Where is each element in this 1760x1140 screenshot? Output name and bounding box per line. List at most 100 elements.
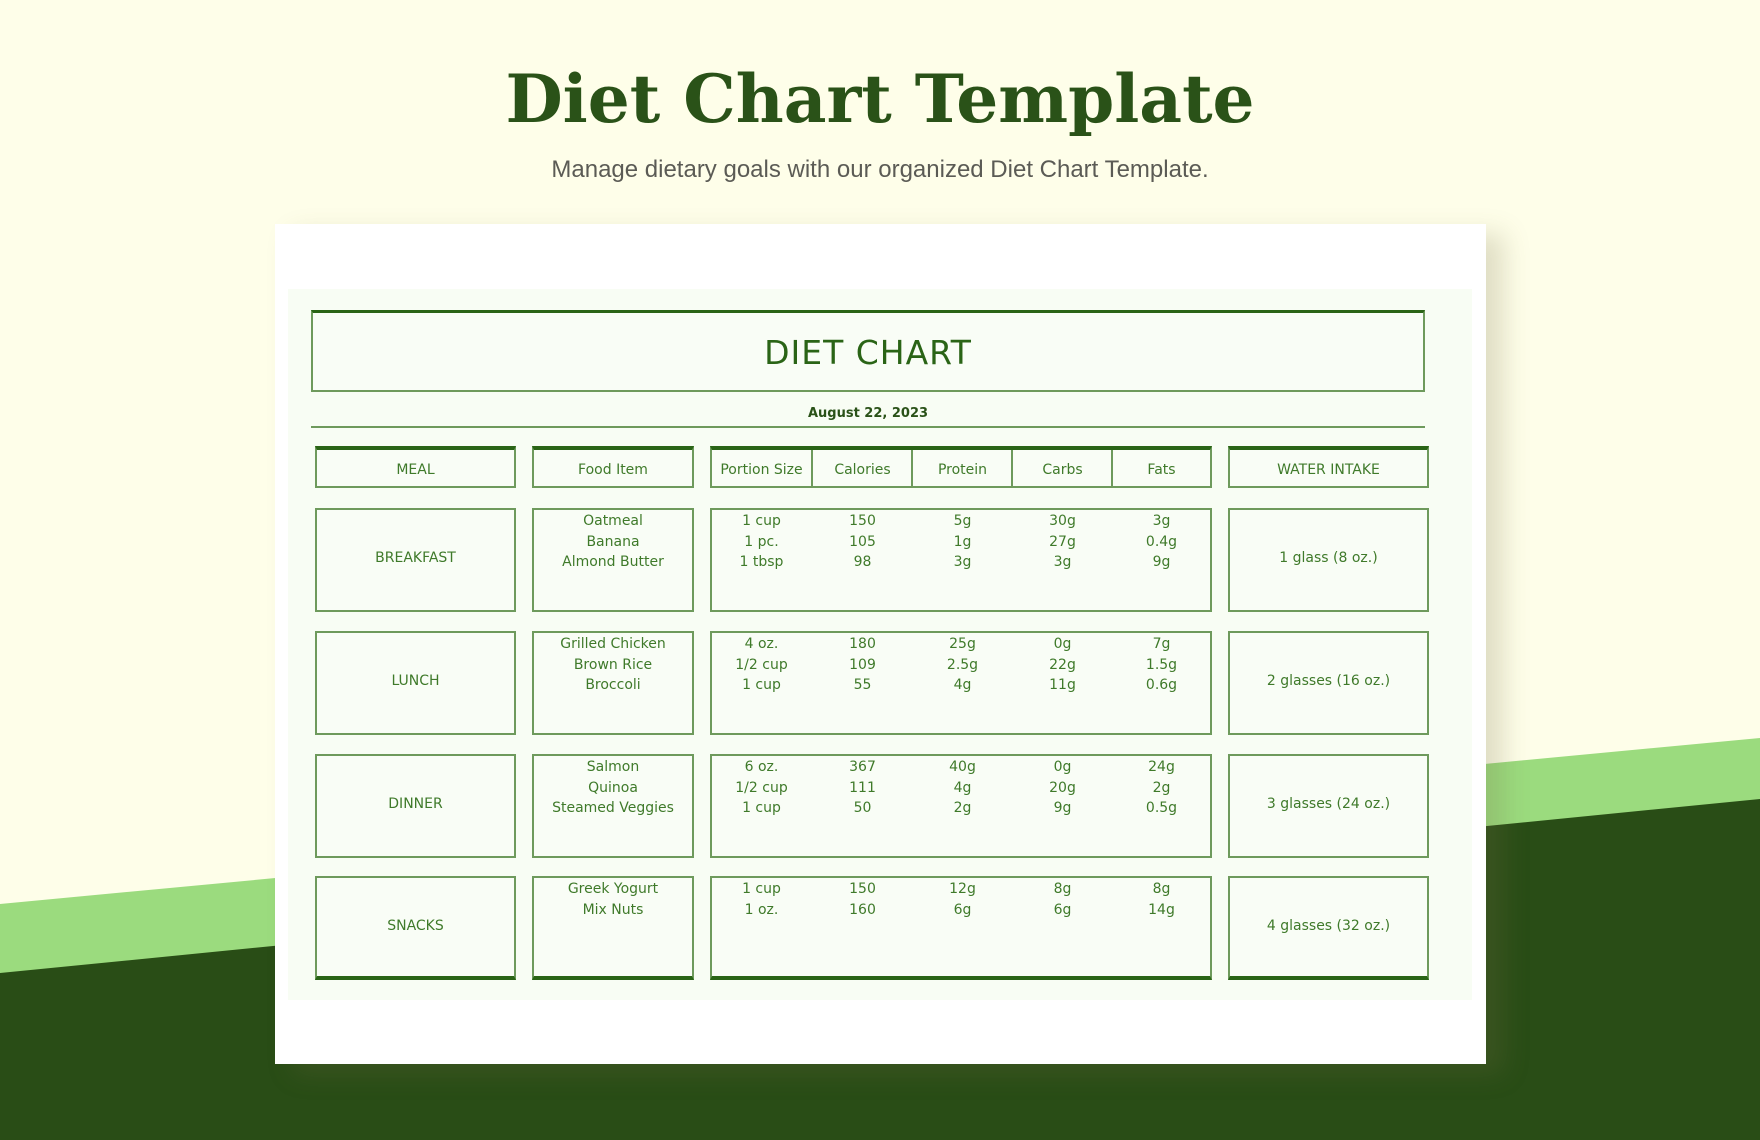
fats-value: 0.4g [1145,533,1178,550]
food-item: Brown Rice [573,656,653,673]
portion-value: 1 tbsp [739,554,784,570]
header-nutrition: Portion Size Calories Protein Carbs Fats [710,446,1212,488]
food-item-cell: Salmon Quinoa Steamed Veggies [532,754,694,858]
food-item: Mix Nuts [582,901,644,918]
food-item-cell: Grilled Chicken Brown Rice Broccoli [532,631,694,735]
fats-column: 3g 0.4g 9g [1113,510,1210,610]
nutrition-cell: 1 cup 1 pc. 1 tbsp 150 105 98 5g 1g 3g 30g 27g 3g 3g… [710,508,1212,612]
chart-title: DIET CHART [764,333,972,372]
water-intake-cell: 3 glasses (24 oz.) [1228,754,1429,858]
protein-column: 5g 1g 3g [913,510,1012,610]
food-item: Greek Yogurt [567,881,659,897]
portion-value: 1 oz. [744,901,779,918]
calories-value: 367 [849,759,876,775]
portion-value: 6 oz. [744,759,779,775]
portion-value: 1/2 cup [735,779,788,796]
food-item: Salmon [586,759,640,775]
meal-cell: BREAKFAST [315,508,516,612]
protein-value: 5g [953,513,972,529]
carbs-value: 3g [1053,554,1072,570]
protein-value: 4g [953,779,972,796]
protein-value: 4g [953,677,972,693]
protein-value: 2.5g [946,656,979,673]
carbs-value: 0g [1053,636,1072,652]
food-item: Oatmeal [583,513,643,529]
food-item: Quinoa [588,779,638,796]
page-title: Diet Chart Template [505,60,1255,138]
carbs-value: 6g [1053,901,1072,918]
carbs-column: 0g 22g 11g [1013,633,1112,733]
calories-value: 150 [849,881,876,897]
fats-value: 9g [1152,554,1171,570]
carbs-value: 30g [1049,513,1076,529]
food-item-cell: Greek Yogurt Mix Nuts [532,876,694,980]
portion-column: 1 cup 1 pc. 1 tbsp [712,510,811,610]
calories-column: 367 111 50 [813,756,912,856]
calories-value: 105 [849,533,876,550]
portion-value: 1 cup [742,513,781,529]
carbs-column: 0g 20g 9g [1013,756,1112,856]
meal-name: LUNCH [391,673,440,689]
calories-column: 150 160 [813,878,912,976]
header-meal: MEAL [315,446,516,488]
calories-value: 109 [849,656,876,673]
protein-value: 25g [949,636,976,652]
carbs-column: 30g 27g 3g [1013,510,1112,610]
calories-value: 50 [853,800,872,816]
meal-cell: LUNCH [315,631,516,735]
header-portion-size: Portion Size [720,462,803,478]
portion-column: 4 oz. 1/2 cup 1 cup [712,633,811,733]
carbs-value: 9g [1053,800,1072,816]
protein-column: 12g 6g [913,878,1012,976]
carbs-value: 20g [1049,779,1076,796]
calories-value: 111 [849,779,876,796]
protein-column: 40g 4g 2g [913,756,1012,856]
carbs-value: 0g [1053,759,1072,775]
portion-value: 1 cup [742,881,781,897]
template-preview-card: DIET CHART August 22, 2023 MEAL Food Ite… [275,224,1486,1064]
fats-column: 7g 1.5g 0.6g [1113,633,1210,733]
calories-value: 55 [853,677,872,693]
meal-name: DINNER [388,796,443,812]
header-food-item-label: Food Item [578,462,648,478]
water-intake-cell: 4 glasses (32 oz.) [1228,876,1429,980]
nutrition-cell: 6 oz. 1/2 cup 1 cup 367 111 50 40g 4g 2g 0g 20g 9g 2… [710,754,1212,858]
portion-column: 6 oz. 1/2 cup 1 cup [712,756,811,856]
water-intake-cell: 1 glass (8 oz.) [1228,508,1429,612]
water-intake-value: 3 glasses (24 oz.) [1266,796,1391,812]
header-meal-label: MEAL [396,462,435,478]
calories-column: 180 109 55 [813,633,912,733]
meal-cell: SNACKS [315,876,516,980]
chart-title-box: DIET CHART [311,310,1425,392]
food-item: Grilled Chicken [560,636,666,652]
calories-value: 180 [849,636,876,652]
protein-value: 12g [949,881,976,897]
fats-value: 24g [1148,759,1175,775]
protein-column: 25g 2.5g 4g [913,633,1012,733]
water-intake-value: 1 glass (8 oz.) [1279,550,1378,566]
portion-value: 1 pc. [744,533,779,550]
fats-column: 24g 2g 0.5g [1113,756,1210,856]
protein-value: 40g [949,759,976,775]
header-fats: Fats [1147,462,1176,478]
fats-value: 2g [1152,779,1171,796]
fats-column: 8g 14g [1113,878,1210,976]
header-food-item: Food Item [532,446,694,488]
food-item-cell: Oatmeal Banana Almond Butter [532,508,694,612]
portion-value: 1/2 cup [735,656,788,673]
chart-date: August 22, 2023 [807,406,929,421]
carbs-value: 8g [1053,881,1072,897]
fats-value: 7g [1152,636,1171,652]
page-subtitle: Manage dietary goals with our organized … [551,156,1209,183]
protein-value: 6g [953,901,972,918]
meal-cell: DINNER [315,754,516,858]
food-item: Broccoli [585,677,641,693]
header-protein: Protein [937,462,988,478]
nutrition-cell: 4 oz. 1/2 cup 1 cup 180 109 55 25g 2.5g 4g 0g 22g 1… [710,631,1212,735]
calories-value: 98 [853,554,872,570]
water-intake-cell: 2 glasses (16 oz.) [1228,631,1429,735]
protein-value: 2g [953,800,972,816]
water-intake-value: 4 glasses (32 oz.) [1266,918,1391,934]
fats-value: 8g [1152,881,1171,897]
food-item: Almond Butter [562,554,664,570]
